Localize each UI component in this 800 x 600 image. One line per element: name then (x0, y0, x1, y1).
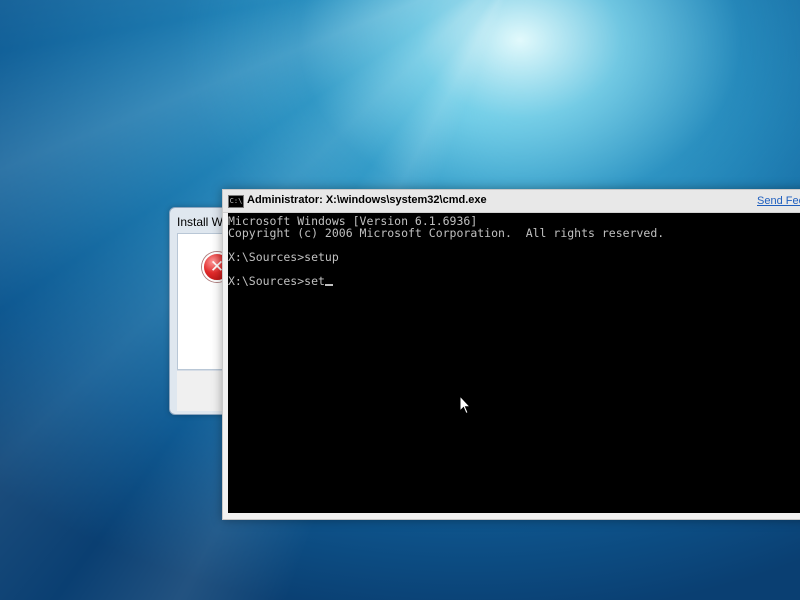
console-prompt-text: X:\Sources>set (228, 274, 325, 288)
cmd-window-title: Administrator: X:\windows\system32\cmd.e… (247, 194, 487, 206)
mouse-pointer-icon (459, 395, 471, 415)
console-line-setup: X:\Sources>setup (228, 250, 339, 264)
console-line-copyright: Copyright (c) 2006 Microsoft Corporation… (228, 226, 665, 240)
send-feedback-link[interactable]: Send Fee (757, 195, 800, 207)
cmd-console[interactable]: Microsoft Windows [Version 6.1.6936] Cop… (228, 213, 800, 513)
install-dialog-title: Install W (177, 215, 224, 229)
cmd-titlebar[interactable]: C:\ Administrator: X:\windows\system32\c… (223, 190, 800, 213)
cmd-icon: C:\ (228, 195, 244, 208)
console-line-prompt[interactable]: X:\Sources>set (228, 275, 333, 287)
cmd-window[interactable]: C:\ Administrator: X:\windows\system32\c… (222, 189, 800, 520)
text-cursor (324, 284, 333, 286)
